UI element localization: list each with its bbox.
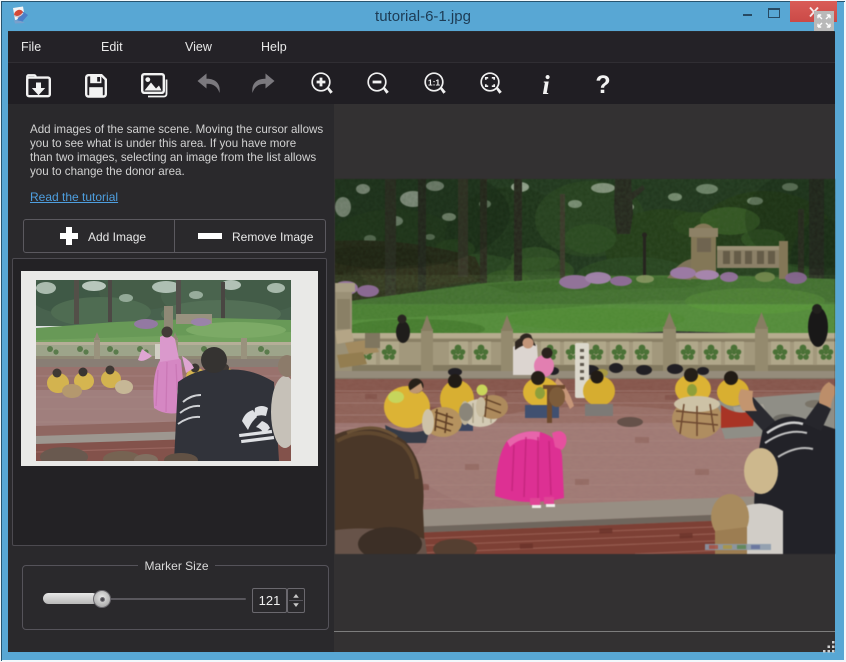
- svg-text:Remove Image: Remove Image: [232, 230, 314, 244]
- svg-text:i: i: [542, 70, 550, 100]
- svg-text:1:1: 1:1: [428, 77, 441, 87]
- svg-text:?: ?: [595, 71, 610, 99]
- svg-text:Add Image: Add Image: [88, 230, 146, 244]
